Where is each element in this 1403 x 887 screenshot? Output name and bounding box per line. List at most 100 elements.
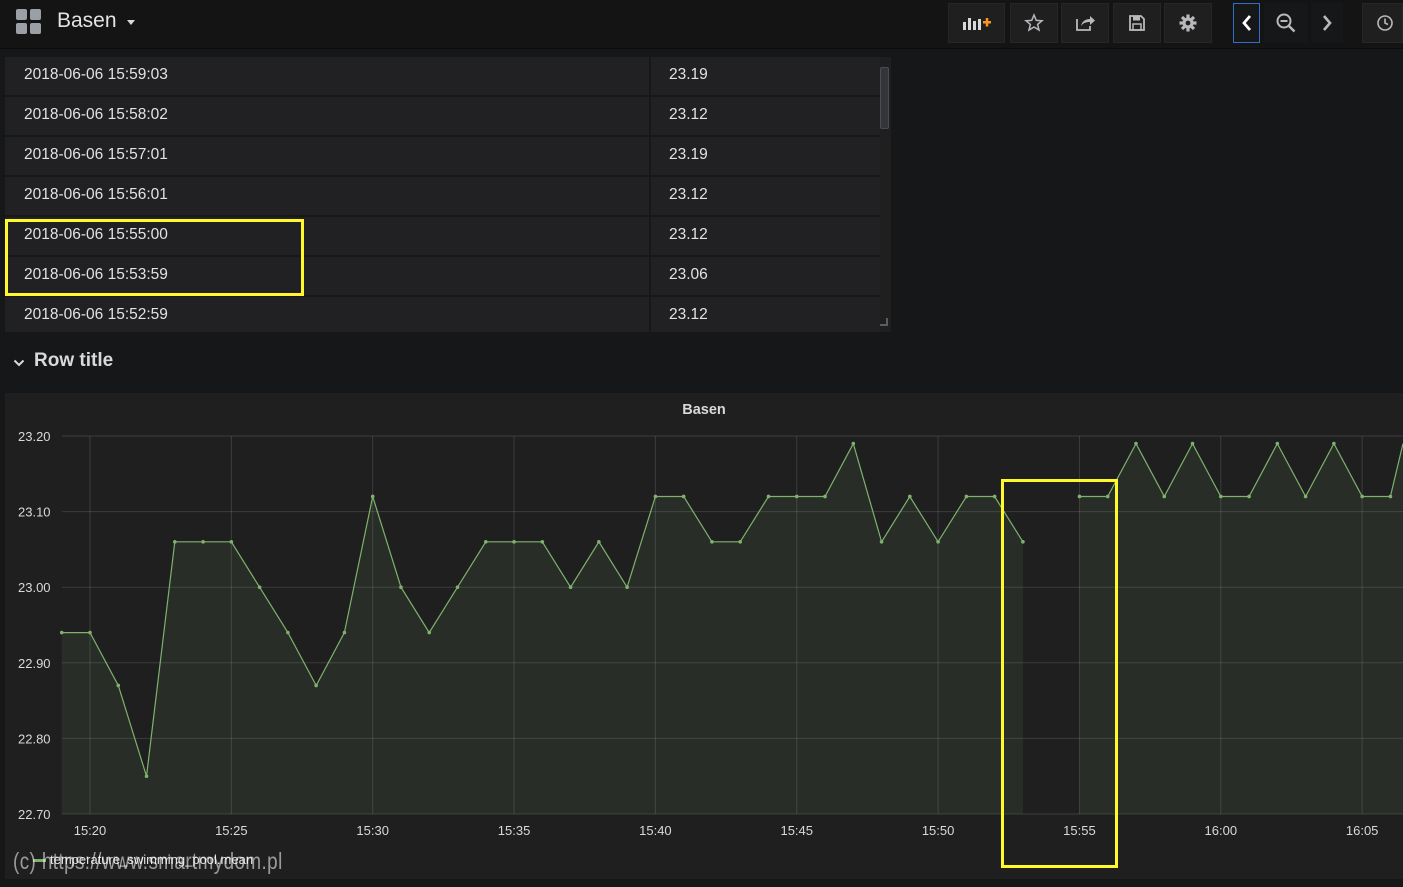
star-icon bbox=[1024, 13, 1044, 32]
data-point bbox=[173, 540, 177, 544]
row-title[interactable]: Row title bbox=[34, 350, 113, 372]
time-cell: 2018-06-06 15:59:03 bbox=[24, 66, 168, 83]
data-point bbox=[879, 540, 884, 544]
watermark: (c) https://www.smartmydom.pl bbox=[13, 848, 283, 874]
value-cell: 23.12 bbox=[669, 226, 708, 243]
chevron-left-icon bbox=[1241, 15, 1251, 31]
column-divider bbox=[649, 137, 651, 175]
data-point bbox=[1134, 441, 1138, 446]
data-point bbox=[794, 494, 799, 499]
data-point bbox=[710, 540, 714, 544]
x-tick-label: 15:30 bbox=[356, 823, 389, 838]
data-point bbox=[681, 494, 686, 499]
add-panel-button[interactable] bbox=[948, 3, 1005, 43]
add-panel-icon bbox=[962, 18, 991, 30]
data-point bbox=[59, 630, 64, 635]
data-point bbox=[1162, 494, 1167, 499]
gear-icon bbox=[1179, 14, 1197, 32]
data-point bbox=[342, 630, 347, 635]
data-point bbox=[1275, 441, 1280, 446]
top-navbar: Basen bbox=[0, 0, 1403, 49]
data-point bbox=[314, 683, 318, 688]
dashboard-title[interactable]: Basen bbox=[57, 9, 117, 33]
time-back-button[interactable] bbox=[1233, 3, 1260, 43]
data-point bbox=[286, 630, 290, 635]
settings-button[interactable] bbox=[1164, 3, 1212, 43]
zoom-out-icon bbox=[1276, 13, 1296, 33]
data-point bbox=[1332, 441, 1336, 446]
y-tick-label: 23.20 bbox=[18, 429, 51, 444]
x-tick-label: 15:50 bbox=[922, 823, 955, 838]
data-point bbox=[1388, 494, 1393, 499]
graph-panel: Basen 23.20 23.10 23.00 22.90 22.80 22.70 15:… bbox=[5, 393, 1403, 879]
value-cell: 23.12 bbox=[669, 106, 708, 123]
table-row: 2018-06-06 15:57:01 23.19 bbox=[5, 137, 880, 177]
data-point bbox=[908, 494, 912, 499]
data-point bbox=[88, 630, 92, 635]
time-cell: 2018-06-06 15:57:01 bbox=[24, 146, 168, 163]
column-divider bbox=[649, 177, 651, 215]
data-point bbox=[992, 494, 997, 499]
data-point bbox=[1219, 494, 1223, 499]
share-icon bbox=[1076, 16, 1095, 31]
data-point bbox=[1303, 494, 1308, 499]
time-cell: 2018-06-06 15:52:59 bbox=[24, 306, 168, 323]
time-forward-button[interactable] bbox=[1311, 3, 1343, 43]
data-point bbox=[1190, 441, 1195, 446]
data-point bbox=[483, 540, 488, 544]
table-row: 2018-06-06 15:52:59 23.12 bbox=[5, 297, 880, 332]
y-tick-label: 22.80 bbox=[18, 731, 51, 746]
save-button[interactable] bbox=[1113, 3, 1161, 43]
data-point bbox=[766, 494, 771, 499]
value-cell: 23.06 bbox=[669, 266, 708, 283]
time-picker-button[interactable] bbox=[1362, 3, 1403, 43]
data-point bbox=[964, 494, 969, 499]
x-tick-label: 16:05 bbox=[1346, 823, 1379, 838]
data-point bbox=[399, 585, 403, 589]
x-tick-label: 15:25 bbox=[215, 823, 248, 838]
data-point bbox=[455, 585, 460, 589]
data-point bbox=[370, 494, 375, 499]
column-divider bbox=[649, 257, 651, 295]
highlight-box-table bbox=[5, 219, 304, 296]
data-point bbox=[144, 774, 149, 778]
dashboard-grid-icon[interactable] bbox=[16, 9, 42, 35]
column-divider bbox=[649, 57, 651, 95]
chevron-down-icon[interactable] bbox=[127, 20, 135, 25]
share-button[interactable] bbox=[1061, 3, 1109, 43]
chevron-right-icon bbox=[1323, 15, 1332, 31]
data-point bbox=[427, 630, 432, 635]
panel-resize-handle[interactable] bbox=[880, 318, 888, 326]
y-tick-label: 23.00 bbox=[18, 580, 51, 595]
data-point bbox=[823, 494, 827, 499]
data-point bbox=[597, 540, 601, 544]
time-cell: 2018-06-06 15:56:01 bbox=[24, 186, 168, 203]
data-point bbox=[1247, 494, 1251, 499]
data-point bbox=[936, 540, 940, 544]
data-point bbox=[257, 585, 262, 589]
data-point bbox=[1360, 494, 1364, 499]
x-tick-label: 15:45 bbox=[780, 823, 813, 838]
chevron-down-icon[interactable] bbox=[13, 358, 25, 368]
data-point bbox=[738, 540, 743, 544]
temperature-chart[interactable]: 23.20 23.10 23.00 22.90 22.80 22.70 15:20 15:2… bbox=[5, 393, 1403, 879]
zoom-out-button[interactable] bbox=[1264, 3, 1308, 43]
data-point bbox=[116, 683, 121, 688]
data-point bbox=[540, 540, 545, 544]
data-point bbox=[201, 540, 205, 544]
column-divider bbox=[649, 97, 651, 135]
value-cell: 23.12 bbox=[669, 186, 708, 203]
table-row: 2018-06-06 15:58:02 23.12 bbox=[5, 97, 880, 137]
data-point bbox=[625, 585, 629, 589]
column-divider bbox=[649, 217, 651, 255]
data-point bbox=[653, 494, 658, 499]
table-scrollbar[interactable] bbox=[880, 67, 889, 129]
table-row: 2018-06-06 15:56:01 23.12 bbox=[5, 177, 880, 217]
value-cell: 23.12 bbox=[669, 306, 708, 323]
column-divider bbox=[649, 297, 651, 332]
x-tick-label: 15:40 bbox=[639, 823, 672, 838]
value-cell: 23.19 bbox=[669, 66, 708, 83]
data-point bbox=[512, 540, 516, 544]
star-button[interactable] bbox=[1010, 3, 1058, 43]
y-tick-label: 23.10 bbox=[18, 505, 51, 520]
